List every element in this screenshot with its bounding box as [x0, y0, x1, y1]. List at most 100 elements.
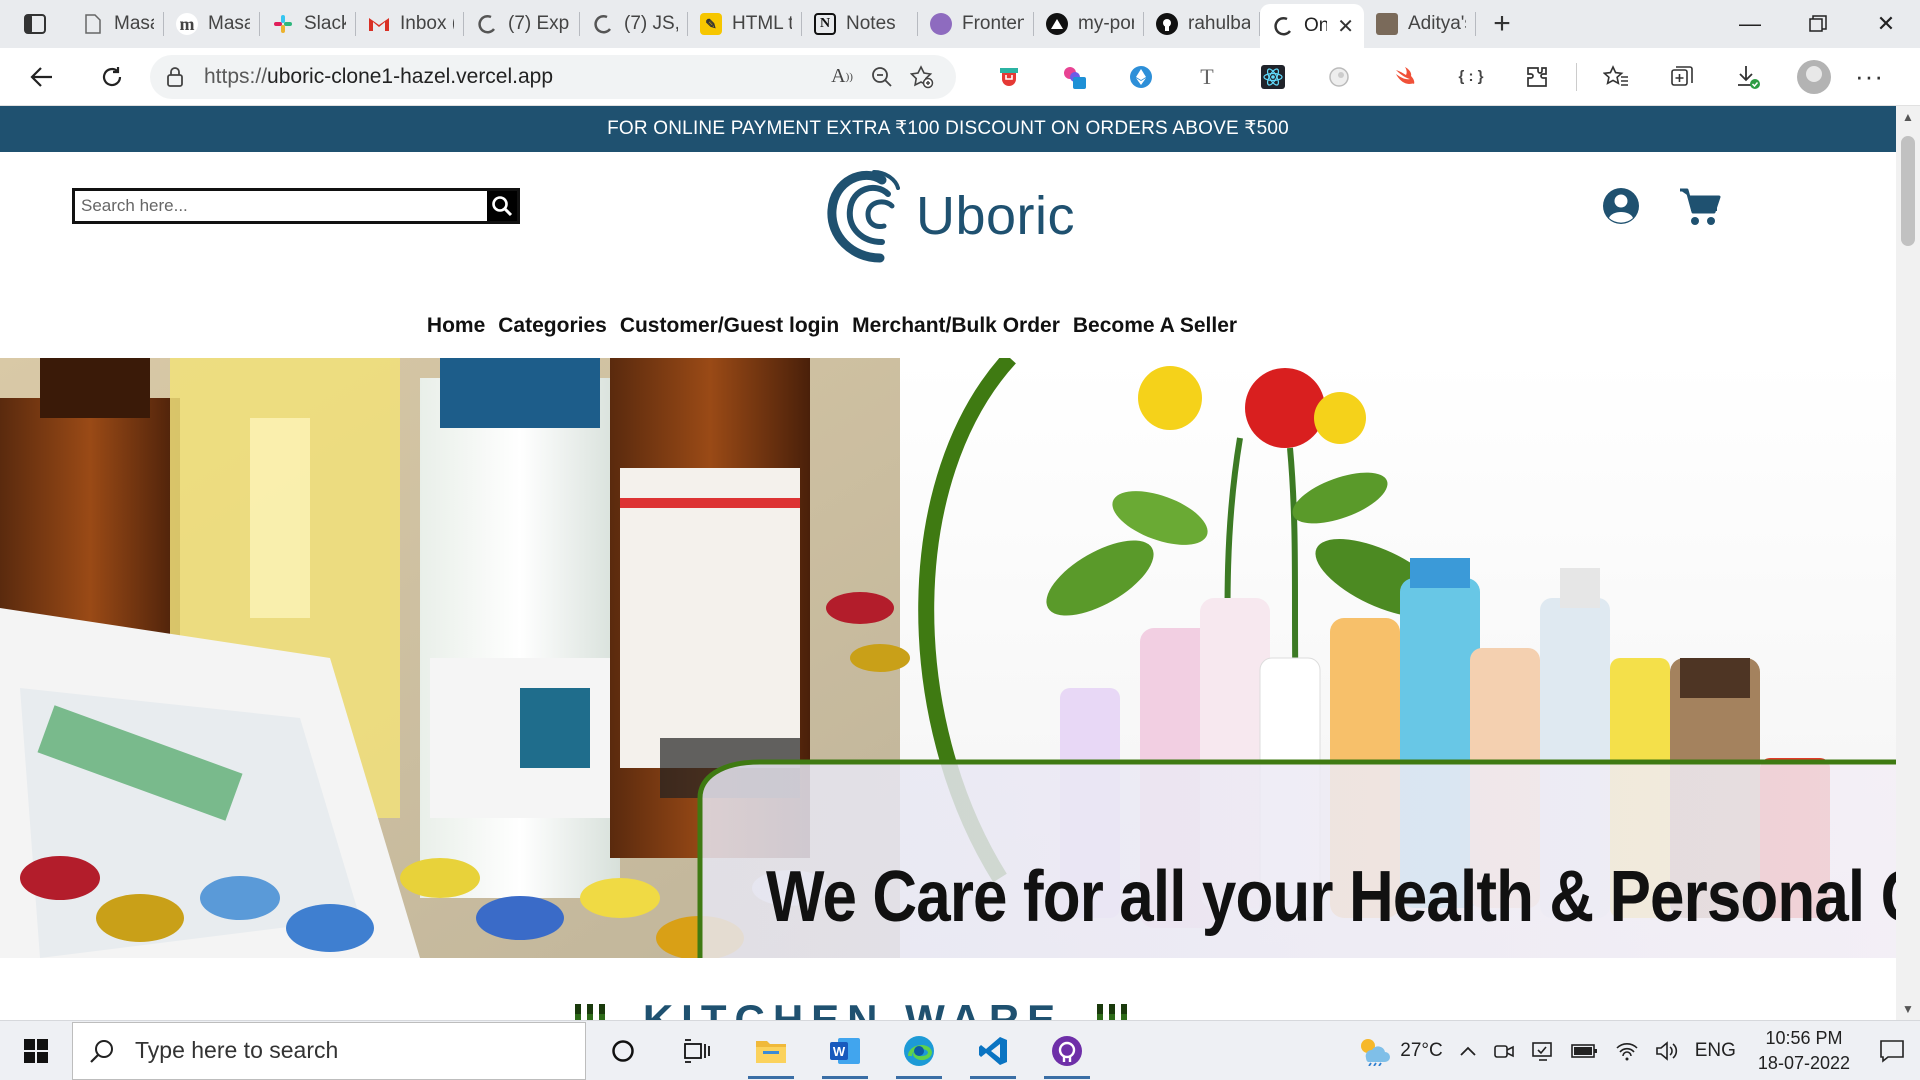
page-scrollbar[interactable]: ▲ ▼: [1896, 106, 1920, 1020]
file-explorer-app[interactable]: [734, 1021, 808, 1080]
section-title: KITCHEN WARE: [642, 996, 1064, 1020]
nav-home[interactable]: Home: [427, 314, 485, 338]
hero-banner[interactable]: We Care for all your Health & Personal C…: [0, 358, 1896, 958]
weather-widget[interactable]: 27°C: [1348, 1021, 1450, 1080]
color-picker-extension-icon[interactable]: [1053, 55, 1097, 99]
react-devtools-icon[interactable]: [1251, 55, 1295, 99]
shield-extension-icon[interactable]: [987, 55, 1031, 99]
browser-tab[interactable]: N Notes: [802, 0, 918, 48]
cortana-button[interactable]: [586, 1021, 660, 1080]
windows-logo-icon: [24, 1038, 48, 1063]
scroll-up-arrow-icon[interactable]: ▲: [1896, 106, 1920, 128]
refresh-button[interactable]: [84, 55, 140, 99]
utensils-icon: [1097, 1004, 1128, 1020]
zoom-out-icon[interactable]: [862, 57, 902, 97]
new-tab-button[interactable]: +: [1476, 0, 1528, 48]
lock-icon[interactable]: [164, 66, 186, 88]
input-language[interactable]: ENG: [1687, 1021, 1744, 1080]
browser-tab[interactable]: ✎ HTML t: [688, 0, 802, 48]
battery-tray[interactable]: [1563, 1021, 1607, 1080]
minimize-button[interactable]: —: [1716, 0, 1784, 48]
extensions-puzzle-icon[interactable]: [1515, 55, 1559, 99]
read-aloud-icon[interactable]: A)): [822, 57, 862, 97]
nav-categories[interactable]: Categories: [498, 314, 607, 338]
browser-tab[interactable]: Aditya's: [1364, 0, 1476, 48]
profile-avatar[interactable]: [1797, 59, 1831, 94]
task-view-icon: [684, 1038, 710, 1063]
downloads-icon[interactable]: [1726, 55, 1770, 99]
browser-tab[interactable]: m Masai P: [164, 0, 260, 48]
task-view-button[interactable]: [660, 1021, 734, 1080]
ethereum-extension-icon[interactable]: [1119, 55, 1163, 99]
browser-tab[interactable]: rahulba: [1144, 0, 1260, 48]
vscode-app[interactable]: [956, 1021, 1030, 1080]
vscode-icon: [979, 1036, 1007, 1065]
start-button[interactable]: [0, 1021, 72, 1080]
browser-tab[interactable]: (7) Expl: [464, 0, 580, 48]
nav-merchant-bulk-order[interactable]: Merchant/Bulk Order: [852, 314, 1060, 338]
add-favorite-icon[interactable]: [902, 57, 942, 97]
vercel-icon: [1046, 13, 1068, 35]
collections-icon[interactable]: [1660, 55, 1704, 99]
browser-tab-active[interactable]: On ✕: [1260, 4, 1364, 48]
browser-toolbar: https://uboric-clone1-hazel.vercel.app A…: [0, 48, 1920, 106]
site-search-button[interactable]: [487, 191, 517, 221]
word-app[interactable]: W: [808, 1021, 882, 1080]
utensils-icon: [574, 1004, 605, 1020]
github-desktop-app[interactable]: [1030, 1021, 1104, 1080]
text-extension-icon[interactable]: T: [1185, 55, 1229, 99]
edge-icon: [904, 1035, 934, 1066]
nav-customer-login[interactable]: Customer/Guest login: [620, 314, 839, 338]
swift-extension-icon[interactable]: [1383, 55, 1427, 99]
notifications-button[interactable]: [1864, 1021, 1920, 1080]
taskbar-search-box[interactable]: Type here to search: [72, 1021, 586, 1080]
volume-tray[interactable]: [1647, 1021, 1687, 1080]
close-tab-icon[interactable]: ✕: [1337, 14, 1354, 39]
edge-app[interactable]: [882, 1021, 956, 1080]
favorites-icon[interactable]: [1594, 55, 1638, 99]
browser-tab-strip: Masai S m Masai P Slack | v Inbox (5 (7)…: [0, 0, 1920, 48]
json-extension-icon[interactable]: { : }: [1449, 55, 1493, 99]
cart-icon[interactable]: [1678, 186, 1722, 228]
show-hidden-icons-button[interactable]: [1451, 1021, 1485, 1080]
section-heading: KITCHEN WARE: [0, 996, 1896, 1020]
tab-actions-button[interactable]: [0, 0, 70, 48]
browser-tab[interactable]: my-por: [1034, 0, 1144, 48]
uboric-icon: [476, 13, 498, 35]
folder-icon: [756, 1040, 786, 1063]
restore-button[interactable]: [1784, 0, 1852, 48]
account-icon[interactable]: [1601, 186, 1641, 226]
word-icon: W: [830, 1037, 860, 1064]
monitor-check-icon: [1531, 1042, 1552, 1061]
browser-tab[interactable]: (7) JS, P: [580, 0, 688, 48]
scroll-down-arrow-icon[interactable]: ▼: [1896, 998, 1920, 1020]
meet-now-tray[interactable]: [1485, 1021, 1523, 1080]
back-button[interactable]: [14, 55, 70, 99]
system-tray: 27°C ENG 10:56 PM 18-07-2022: [1348, 1021, 1920, 1080]
taskbar-search-placeholder: Type here to search: [135, 1037, 339, 1063]
site-logo[interactable]: Uboric: [824, 166, 1075, 266]
onedrive-tray[interactable]: [1523, 1021, 1563, 1080]
nav-become-seller[interactable]: Become A Seller: [1073, 314, 1237, 338]
slack-icon: [272, 13, 294, 35]
camera-icon: [1493, 1045, 1514, 1058]
address-bar[interactable]: https://uboric-clone1-hazel.vercel.app A…: [150, 54, 956, 99]
github-icon: [1156, 13, 1178, 35]
browser-tab[interactable]: Slack | v: [260, 0, 356, 48]
more-menu-icon[interactable]: ···: [1855, 61, 1884, 92]
browser-tab[interactable]: Inbox (5: [356, 0, 464, 48]
circle-extension-icon[interactable]: [1317, 55, 1361, 99]
url-text[interactable]: https://uboric-clone1-hazel.vercel.app: [204, 65, 822, 89]
close-window-button[interactable]: ✕: [1852, 0, 1920, 48]
wifi-tray[interactable]: [1607, 1021, 1647, 1080]
browser-tab[interactable]: Masai S: [70, 0, 164, 48]
weather-temp: 27°C: [1400, 1040, 1443, 1061]
site-search-input[interactable]: [75, 191, 487, 221]
purple-circle-icon: [930, 13, 952, 35]
browser-tab[interactable]: Fronten: [918, 0, 1034, 48]
note-icon: ✎: [700, 13, 722, 35]
masai-icon: m: [176, 13, 198, 35]
clock[interactable]: 10:56 PM 18-07-2022: [1744, 1026, 1864, 1076]
scroll-thumb[interactable]: [1901, 136, 1915, 246]
page-viewport: FOR ONLINE PAYMENT EXTRA ₹100 DISCOUNT O…: [0, 106, 1896, 1020]
